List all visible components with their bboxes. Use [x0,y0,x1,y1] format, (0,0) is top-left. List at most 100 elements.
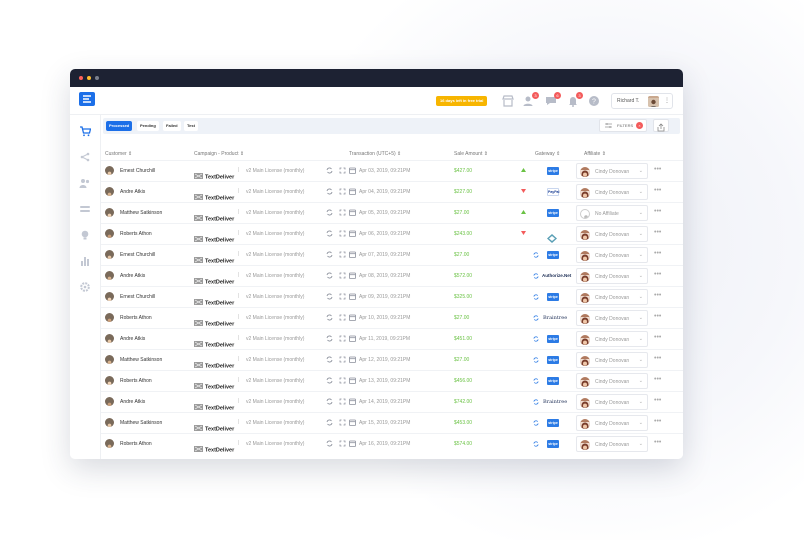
refund-icon[interactable] [326,398,333,405]
table-row[interactable]: Andre Atkis TextDeliver | v2 Main Licens… [101,391,683,412]
expand-icon[interactable] [339,377,346,384]
table-row[interactable]: Roberts Athon TextDeliver | v2 Main Lice… [101,370,683,391]
customers-icon[interactable] [79,177,91,189]
expand-icon[interactable] [339,314,346,321]
sync-icon[interactable] [533,294,539,300]
refund-icon[interactable] [326,251,333,258]
user-menu[interactable]: Richard T. ⋮ [611,93,673,109]
refund-icon[interactable] [326,188,333,195]
refund-icon[interactable] [326,230,333,237]
affiliate-select[interactable]: Cindy Donovan ⌄ [576,226,648,242]
tab-failed[interactable]: Failed [163,121,181,131]
table-row[interactable]: Roberts Athon TextDeliver | v2 Main Lice… [101,223,683,244]
affiliate-select[interactable]: Cindy Donovan ⌄ [576,436,648,452]
toggles-icon[interactable] [79,203,91,215]
refund-icon[interactable] [326,356,333,363]
affiliate-select[interactable]: Cindy Donovan ⌄ [576,268,648,284]
more-actions-icon[interactable]: ••• [654,187,661,194]
messages-icon-wrap[interactable]: 6 [544,92,561,108]
header-affiliate[interactable]: Affiliate ⇕ [584,151,606,157]
customer-name[interactable]: Andre Atkis [120,273,145,279]
sync-icon[interactable] [533,399,539,405]
refund-icon[interactable] [326,419,333,426]
expand-icon[interactable] [339,335,346,342]
customer-name[interactable]: Ernest Churchill [120,252,155,258]
customer-name[interactable]: Matthew Satkinson [120,210,162,216]
expand-icon[interactable] [339,251,346,258]
affiliate-select[interactable]: Cindy Donovan ⌄ [576,247,648,263]
cart-icon[interactable] [79,125,91,137]
sync-icon[interactable] [533,336,539,342]
affiliate-select[interactable]: No Affiliate ⌄ [576,205,648,221]
sync-icon[interactable] [533,252,539,258]
expand-icon[interactable] [339,398,346,405]
customer-name[interactable]: Andre Atkis [120,399,145,405]
table-row[interactable]: Roberts Athon TextDeliver | v2 Main Lice… [101,433,683,454]
customer-name[interactable]: Ernest Churchill [120,168,155,174]
affiliate-select[interactable]: Cindy Donovan ⌄ [576,331,648,347]
expand-icon[interactable] [339,188,346,195]
more-actions-icon[interactable]: ••• [654,313,661,320]
affiliate-select[interactable]: Cindy Donovan ⌄ [576,415,648,431]
more-actions-icon[interactable]: ••• [654,397,661,404]
affiliate-select[interactable]: Cindy Donovan ⌄ [576,352,648,368]
close-dot[interactable] [79,76,83,80]
store-icon[interactable] [501,94,515,108]
expand-icon[interactable] [339,440,346,447]
more-actions-icon[interactable]: ••• [654,292,661,299]
header-campaign[interactable]: Campaign - Product ⇕ [194,151,244,157]
clear-filters-button[interactable]: × [636,122,643,129]
sync-icon[interactable] [533,273,539,279]
refund-icon[interactable] [326,440,333,447]
customer-name[interactable]: Andre Atkis [120,189,145,195]
more-actions-icon[interactable]: ••• [654,166,661,173]
help-icon[interactable]: ? [587,94,601,108]
header-customer[interactable]: Customer ⇕ [105,151,132,157]
sync-icon[interactable] [533,315,539,321]
table-row[interactable]: Ernest Churchill TextDeliver | v2 Main L… [101,244,683,265]
table-row[interactable]: Andre Atkis TextDeliver | v2 Main Licens… [101,265,683,286]
customer-name[interactable]: Matthew Satkinson [120,357,162,363]
expand-icon[interactable] [339,167,346,174]
customer-name[interactable]: Ernest Churchill [120,294,155,300]
sync-icon[interactable] [533,378,539,384]
export-button[interactable] [653,119,669,132]
refund-icon[interactable] [326,335,333,342]
table-row[interactable]: Roberts Athon TextDeliver | v2 Main Lice… [101,307,683,328]
expand-icon[interactable] [339,293,346,300]
refund-icon[interactable] [326,272,333,279]
more-actions-icon[interactable]: ••• [654,334,661,341]
table-row[interactable]: Matthew Satkinson TextDeliver | v2 Main … [101,349,683,370]
header-gateway[interactable]: Gateway ⇕ [535,151,560,157]
affiliate-select[interactable]: Cindy Donovan ⌄ [576,310,648,326]
customer-name[interactable]: Roberts Athon [120,315,152,321]
affiliate-select[interactable]: Cindy Donovan ⌄ [576,184,648,200]
alerts-icon-wrap[interactable]: 3 [566,92,583,108]
more-actions-icon[interactable]: ••• [654,418,661,425]
filters-button[interactable]: FILTERS × [599,119,647,132]
sync-icon[interactable] [533,441,539,447]
minimize-dot[interactable] [87,76,91,80]
users-icon-wrap[interactable]: 3 [522,92,539,108]
customer-name[interactable]: Matthew Satkinson [120,420,162,426]
expand-icon[interactable] [339,272,346,279]
customer-name[interactable]: Roberts Athon [120,231,152,237]
maximize-dot[interactable] [95,76,99,80]
refund-icon[interactable] [326,209,333,216]
refund-icon[interactable] [326,377,333,384]
affiliate-select[interactable]: Cindy Donovan ⌄ [576,373,648,389]
table-row[interactable]: Matthew Satkinson TextDeliver | v2 Main … [101,412,683,433]
expand-icon[interactable] [339,356,346,363]
more-actions-icon[interactable]: ••• [654,229,661,236]
refund-icon[interactable] [326,314,333,321]
tab-processed[interactable]: Processed [106,121,133,131]
settings-gear-icon[interactable] [79,281,91,293]
more-actions-icon[interactable]: ••• [654,439,661,446]
customer-name[interactable]: Andre Atkis [120,336,145,342]
tab-pending[interactable]: Pending [137,121,159,131]
refund-icon[interactable] [326,167,333,174]
sync-icon[interactable] [533,357,539,363]
expand-icon[interactable] [339,419,346,426]
affiliate-select[interactable]: Cindy Donovan ⌄ [576,289,648,305]
affiliate-select[interactable]: Cindy Donovan ⌄ [576,394,648,410]
